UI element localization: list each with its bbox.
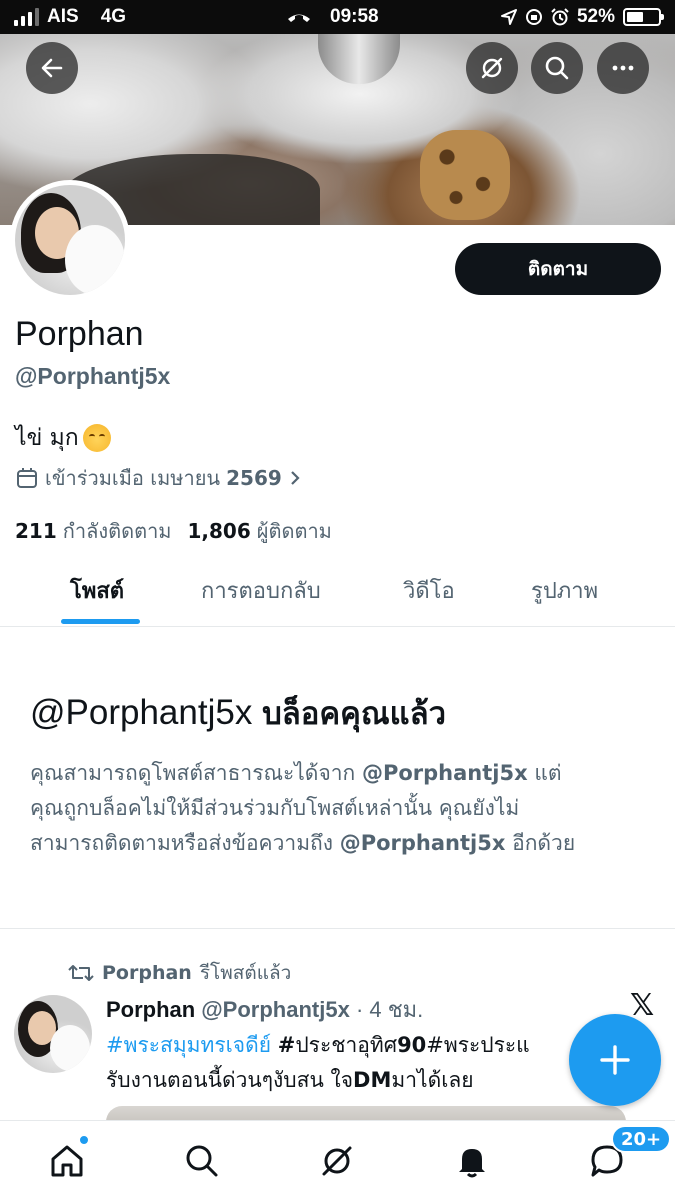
profile-tabs: โพสต์ การตอบกลับ วิดีโอ รูปภาพ [0,555,675,627]
call-icon [288,14,310,22]
compose-button[interactable] [569,1014,661,1106]
orientation-lock-icon [525,9,542,25]
avatar-image [15,185,125,295]
grok-button[interactable] [466,42,518,94]
cell-signal-icon [14,8,39,26]
clock-time: 09:58 [330,6,379,27]
blocked-desc-line2: คุณถูกบล็อคไม่ให้มีส่วนร่วมกับโพสต์เหล่า… [30,796,520,820]
section-divider [0,928,675,929]
post-author-avatar[interactable] [14,995,92,1073]
blocked-desc-line3-end: อีกด้วย [512,831,576,855]
nav-notifications[interactable] [450,1139,494,1183]
search-icon [545,56,569,80]
profile-name: Porphan [15,315,144,353]
post-hashtag[interactable]: #พระสมุมทรเจดีย์ [106,1033,271,1057]
tab-posts[interactable]: โพสต์ [70,573,124,608]
post-line1-a: ประชาอุทิศ [295,1033,398,1057]
battery-percent: 52% [576,6,615,27]
post-author-handle[interactable]: @Porphantj5x [201,997,350,1022]
blocked-title-handle: @Porphantj5x [30,693,253,732]
blocked-description: คุณสามารถดูโพสต์สาธารณะได้จาก @Porphantj… [30,756,650,861]
bio-text: ไข่ มุก [15,425,79,451]
messages-badge: 20+ [611,1125,672,1153]
followers-count: 1,806 [187,519,251,543]
location-icon [500,9,517,25]
home-icon [51,1145,83,1177]
following-label: กำลังติดตาม [62,519,172,543]
followers-label: ผู้ติดตาม [256,519,332,543]
joined-year: 2569 [226,466,282,490]
nav-search[interactable] [180,1139,224,1183]
profile-bio: ไข่ มุก [15,420,111,456]
calendar-icon [17,468,37,488]
blocked-desc-line1: คุณสามารถดูโพสต์สาธารณะได้จาก [30,761,356,785]
repost-icon [68,965,94,981]
repost-indicator: Porphan รีโพสต์แล้ว [68,958,291,988]
bell-icon [459,1149,485,1178]
joined-label: เข้าร่วมเมือ เมษายน [45,466,221,490]
blocked-title-text: บล็อคคุณแล้ว [262,696,446,732]
post-line2-dm: DM [353,1068,392,1092]
nav-home[interactable] [45,1135,89,1183]
post-hash: # [277,1033,296,1057]
search-button[interactable] [531,42,583,94]
blocked-title: @Porphantj5x บล็อคคุณแล้ว [30,688,446,738]
search-icon [186,1145,218,1177]
blocked-desc-handle-2[interactable]: @Porphantj5x [340,831,506,855]
alarm-icon [551,8,569,26]
tab-videos[interactable]: วิดีโอ [403,573,455,608]
more-dots-icon [612,65,634,71]
status-bar: AIS 4G 09:58 52% [0,0,675,34]
network-label: 4G [100,6,127,27]
followers-stat[interactable]: 1,806 ผู้ติดตาม [188,515,332,547]
post-author-name[interactable]: Porphan [106,997,195,1022]
blocked-desc-line3: สามารถติดตามหรือส่งข้อความถึง [30,831,334,855]
blocked-desc-line1-end: แต่ [534,761,562,785]
profile-handle: @Porphantj5x [15,363,171,389]
tab-replies[interactable]: การตอบกลับ [201,573,321,608]
profile-avatar[interactable] [10,180,130,300]
follow-button[interactable]: ติดตาม [455,243,661,295]
following-stat[interactable]: 211 กำลังติดตาม [15,515,172,547]
grok-icon [322,1146,352,1176]
plus-icon [600,1045,630,1075]
repost-label: รีโพสต์แล้ว [199,962,292,984]
post-line2-a: รับงานตอนนี้ด่วนๆงับสน ใจ [106,1068,354,1092]
post-text[interactable]: #พระสมุมทรเจดีย์ #ประชาอุทิศ90#พระประแ ร… [106,1028,576,1098]
blocked-desc-handle-1[interactable]: @Porphantj5x [362,761,528,785]
carrier-label: AIS [47,6,79,27]
post-header: Porphan @Porphantj5x · 4 ชม. [106,992,423,1027]
chevron-right-icon [291,471,300,485]
profile-stats: 211 กำลังติดตาม 1,806 ผู้ติดตาม [15,515,332,547]
joined-date[interactable]: เข้าร่วมเมือ เมษายน 2569 [15,462,302,494]
bottom-nav: 20+ [0,1120,675,1200]
tab-photos[interactable]: รูปภาพ [531,573,598,608]
nav-messages[interactable]: 20+ [585,1125,672,1183]
active-tab-indicator [61,619,140,624]
battery-icon [623,8,664,26]
post-time: · 4 ชม. [355,997,424,1022]
repost-author[interactable]: Porphan [102,962,192,984]
grok-icon [481,57,503,79]
post-line1-b: #พระประแ [426,1033,530,1057]
post-line2-b: มาได้เลย [391,1068,474,1092]
arrow-left-icon [41,58,63,78]
nav-grok[interactable] [315,1139,359,1183]
following-count: 211 [15,519,57,543]
more-button[interactable] [597,42,649,94]
back-button[interactable] [26,42,78,94]
kissing-face-emoji-icon [82,424,111,452]
home-unread-dot [79,1135,89,1145]
post-line1-num: 90 [397,1033,427,1057]
